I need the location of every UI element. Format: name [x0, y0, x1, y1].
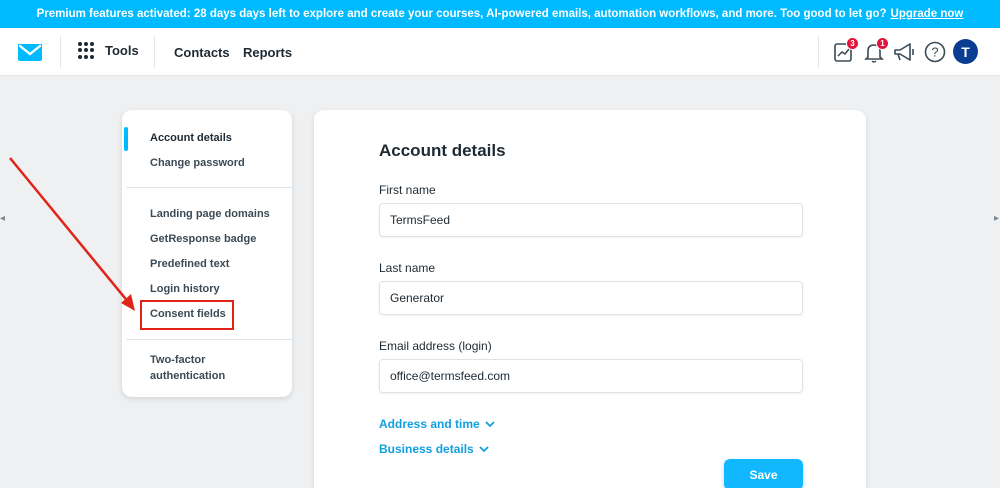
notifications-button[interactable]: 1: [862, 37, 889, 64]
email-field[interactable]: [379, 359, 803, 393]
user-avatar[interactable]: T: [953, 39, 978, 64]
sidebar-item-login-history[interactable]: Login history: [150, 283, 220, 295]
first-name-field[interactable]: [379, 203, 803, 237]
getresponse-logo-icon[interactable]: [17, 42, 43, 62]
topbar-divider: [60, 36, 61, 68]
notifications-badge: 1: [876, 37, 889, 50]
last-name-label: Last name: [379, 261, 436, 275]
apps-grid-icon: [78, 42, 95, 59]
address-and-time-label: Address and time: [379, 417, 480, 431]
tools-menu[interactable]: Tools: [78, 42, 139, 59]
chevron-down-icon: [485, 421, 495, 428]
help-icon: ?: [924, 41, 946, 63]
tools-label: Tools: [105, 43, 139, 58]
right-scroll-handle-icon[interactable]: ▸: [994, 213, 1000, 227]
svg-text:?: ?: [931, 45, 938, 60]
first-name-label: First name: [379, 183, 436, 197]
topbar-divider: [154, 36, 155, 68]
top-navigation-bar: Tools Contacts Reports 3 1 ?: [0, 28, 1000, 76]
topbar-divider: [818, 36, 819, 68]
help-button[interactable]: ?: [923, 40, 947, 64]
business-details-label: Business details: [379, 442, 474, 456]
chevron-down-icon: [479, 446, 489, 453]
sidebar-divider: [126, 339, 292, 340]
left-scroll-handle-icon[interactable]: ◂: [0, 213, 8, 227]
upgrade-now-link[interactable]: Upgrade now: [891, 8, 964, 20]
avatar-initial: T: [961, 43, 970, 60]
nav-reports[interactable]: Reports: [243, 45, 292, 60]
sidebar-item-two-factor-line2[interactable]: authentication: [150, 370, 225, 382]
nav-contacts[interactable]: Contacts: [174, 45, 230, 60]
megaphone-icon: [894, 43, 914, 61]
address-and-time-toggle[interactable]: Address and time: [379, 417, 495, 431]
announcements-button[interactable]: [892, 40, 916, 64]
banner-text: Premium features activated: 28 days days…: [36, 8, 887, 20]
email-label: Email address (login): [379, 339, 492, 353]
sidebar-item-two-factor[interactable]: Two-factor: [150, 354, 205, 366]
sidebar-item-landing-page-domains[interactable]: Landing page domains: [150, 208, 270, 220]
save-button[interactable]: Save: [724, 459, 803, 488]
consent-fields-highlight: [140, 300, 234, 330]
sidebar-item-getresponse-badge[interactable]: GetResponse badge: [150, 233, 256, 245]
premium-banner: Premium features activated: 28 days days…: [0, 0, 1000, 28]
sidebar-item-change-password[interactable]: Change password: [150, 157, 245, 169]
settings-sidebar: Account details Change password Landing …: [122, 110, 292, 397]
business-details-toggle[interactable]: Business details: [379, 442, 489, 456]
account-details-panel: Account details First name Last name Ema…: [314, 110, 866, 488]
last-name-field[interactable]: [379, 281, 803, 315]
sidebar-divider: [126, 187, 292, 188]
sidebar-item-predefined-text[interactable]: Predefined text: [150, 258, 229, 270]
notes-button[interactable]: 3: [832, 37, 859, 64]
active-item-indicator: [124, 127, 128, 151]
notes-badge: 3: [846, 37, 859, 50]
sidebar-item-account-details[interactable]: Account details: [150, 132, 232, 144]
page-title: Account details: [379, 141, 506, 160]
